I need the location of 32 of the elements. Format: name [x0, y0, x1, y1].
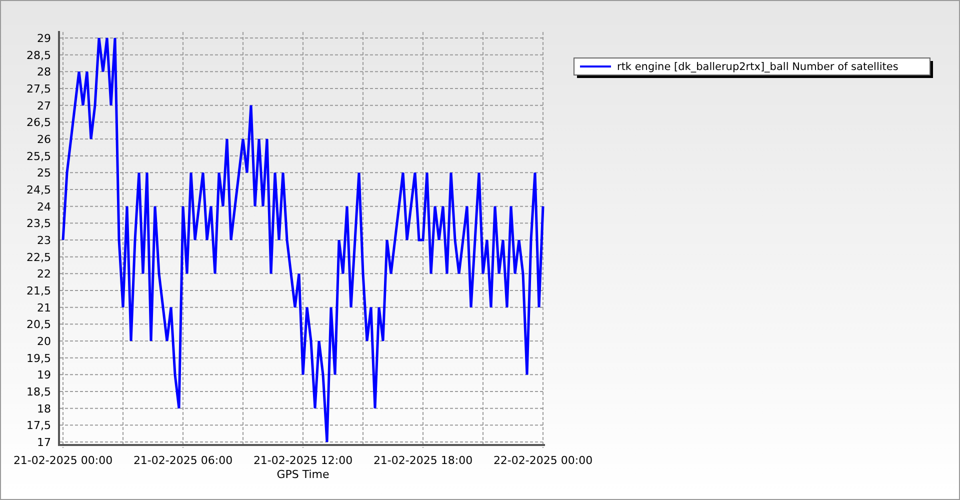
y-tick-label: 28: [37, 66, 51, 79]
y-tick-label: 22,5: [26, 250, 51, 264]
y-tick-label: 28,5: [26, 48, 51, 62]
y-tick-label: 27,5: [26, 82, 51, 96]
y-tick-label: 26,5: [26, 116, 51, 130]
axis-title: GPS Time: [276, 468, 330, 481]
x-tick-label: 21-02-2025 12:00: [253, 454, 353, 467]
y-tick-label: 25: [37, 166, 51, 180]
y-tick-label: 17,5: [26, 419, 51, 432]
y-tick-label: 20: [37, 335, 51, 348]
x-tick-label: 22-02-2025 00:00: [493, 454, 593, 467]
y-tick-label: 22: [37, 268, 51, 281]
y-tick-label: 17: [37, 436, 51, 449]
y-tick-label: 26: [37, 133, 51, 146]
y-tick-label: 18,5: [26, 386, 51, 398]
y-tick-label: 27: [37, 99, 51, 112]
y-tick-label: 19,5: [26, 352, 51, 365]
x-tick-label: 21-02-2025 18:00: [373, 454, 473, 467]
y-tick-label: 23,5: [26, 217, 51, 230]
y-tick-label: 21: [37, 301, 51, 314]
y-tick-label: 20,5: [26, 318, 51, 332]
x-tick-label: 21-02-2025 06:00: [133, 454, 233, 467]
y-tick-label: 24,5: [26, 184, 51, 196]
y-tick-label: 29: [37, 32, 51, 45]
x-tick-label: 21-02-2025 00:00: [13, 454, 113, 467]
y-tick-label: 21,5: [26, 284, 51, 298]
y-tick-label: 18: [37, 402, 51, 416]
y-tick-label: 23: [37, 234, 51, 247]
y-tick-label: 25,5: [26, 150, 51, 163]
y-tick-label: 19: [37, 368, 51, 382]
legend-label: rtk engine [dk_ballerup2rtx]_ball Number of satellites: [617, 61, 898, 73]
y-tick-label: 24: [37, 200, 51, 214]
